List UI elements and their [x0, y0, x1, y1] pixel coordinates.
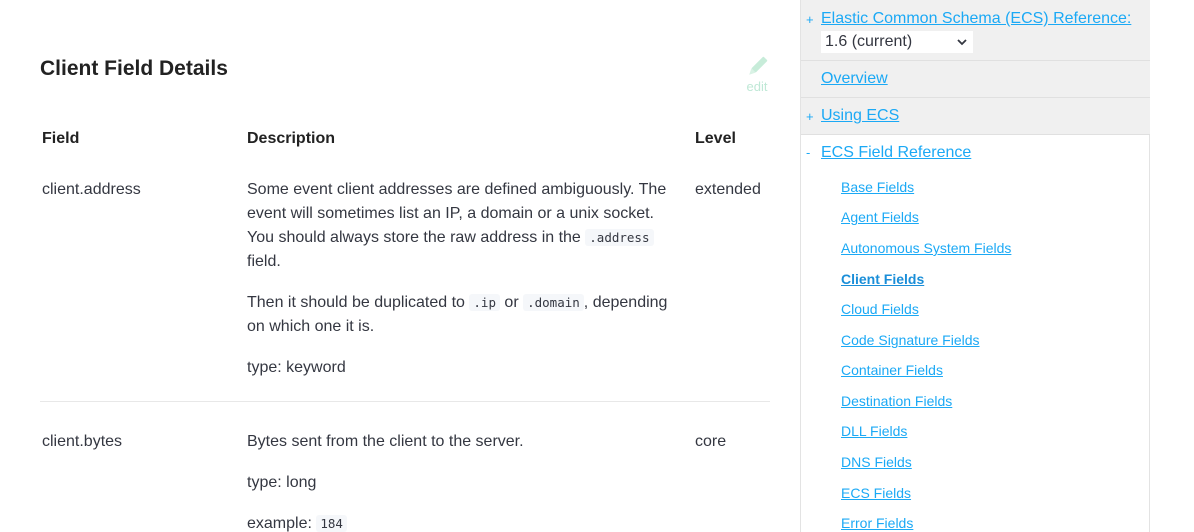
description-text: Then it should be duplicated to: [247, 294, 465, 311]
example-label: example:: [247, 515, 312, 532]
sidebar-overview-block: Overview: [801, 61, 1150, 98]
sidebar-item-container-fields[interactable]: Container Fields: [841, 362, 943, 378]
inline-code: .domain: [523, 294, 584, 311]
sidebar-using-ecs-block: + Using ECS: [801, 98, 1150, 135]
field-type: type: long: [247, 474, 317, 491]
field-name-client-address: client.address: [42, 181, 141, 198]
header-level: Level: [695, 130, 736, 147]
chevron-down-icon: [956, 31, 968, 60]
inline-code: 184: [316, 515, 347, 532]
sidebar-reference-block: + Elastic Common Schema (ECS) Reference:…: [801, 0, 1150, 61]
sidebar-item-dll-fields[interactable]: DLL Fields: [841, 423, 907, 439]
version-select-value: 1.6 (current): [825, 33, 913, 50]
sidebar-item-destination-fields[interactable]: Destination Fields: [841, 393, 952, 409]
sidebar-item-cloud-fields[interactable]: Cloud Fields: [841, 301, 919, 317]
edit-label: edit: [746, 79, 768, 94]
field-description-client-bytes: Bytes sent from the client to the server…: [247, 430, 677, 532]
sidebar-item-client-fields[interactable]: Client Fields: [841, 271, 924, 287]
field-level-client-bytes: core: [695, 433, 727, 450]
sidebar-item-autonomous-system-fields[interactable]: Autonomous System Fields: [841, 240, 1011, 256]
field-example: example: 184: [247, 512, 677, 532]
inline-code: .ip: [469, 294, 500, 311]
header-field: Field: [42, 130, 80, 147]
field-description-client-address: Some event client addresses are defined …: [247, 178, 677, 397]
field-level-client-address: extended: [695, 181, 761, 198]
description-paragraph: Then it should be duplicated to .ip or .…: [247, 291, 677, 339]
header-description: Description: [247, 130, 336, 147]
expand-toggle[interactable]: +: [806, 12, 814, 27]
main-content: Client Field Details edit Field Descript…: [0, 0, 800, 532]
page-title: Client Field Details: [40, 57, 228, 80]
sidebar-item-field-reference[interactable]: ECS Field Reference: [821, 144, 971, 162]
sidebar-item-agent-fields[interactable]: Agent Fields: [841, 209, 919, 225]
edit-link[interactable]: edit: [741, 55, 773, 94]
sidebar-item-dns-fields[interactable]: DNS Fields: [841, 454, 912, 470]
sidebar-item-overview[interactable]: Overview: [821, 70, 888, 88]
row-divider: [40, 401, 770, 402]
field-name-client-bytes: client.bytes: [42, 433, 123, 450]
inline-code: .address: [585, 229, 654, 246]
pencil-icon: [749, 56, 768, 75]
sidebar-item-using-ecs[interactable]: Using ECS: [821, 107, 899, 125]
collapse-toggle[interactable]: -: [806, 145, 810, 160]
description-paragraph: Bytes sent from the client to the server…: [247, 433, 524, 450]
sidebar-item-error-fields[interactable]: Error Fields: [841, 515, 913, 531]
sidebar-item-base-fields[interactable]: Base Fields: [841, 179, 914, 195]
description-text: field.: [247, 253, 281, 270]
sidebar-item-ecs-fields[interactable]: ECS Fields: [841, 485, 911, 501]
sidebar-toc: + Elastic Common Schema (ECS) Reference:…: [800, 0, 1150, 532]
version-select[interactable]: 1.6 (current): [821, 31, 973, 53]
sidebar-reference-title[interactable]: Elastic Common Schema (ECS) Reference:: [821, 10, 1131, 28]
description-paragraph: Some event client addresses are defined …: [247, 178, 677, 274]
field-type: type: keyword: [247, 359, 346, 376]
sidebar-item-code-signature-fields[interactable]: Code Signature Fields: [841, 332, 980, 348]
description-text: ,: [583, 294, 589, 311]
description-text: or: [504, 294, 519, 311]
expand-toggle[interactable]: +: [806, 109, 814, 124]
